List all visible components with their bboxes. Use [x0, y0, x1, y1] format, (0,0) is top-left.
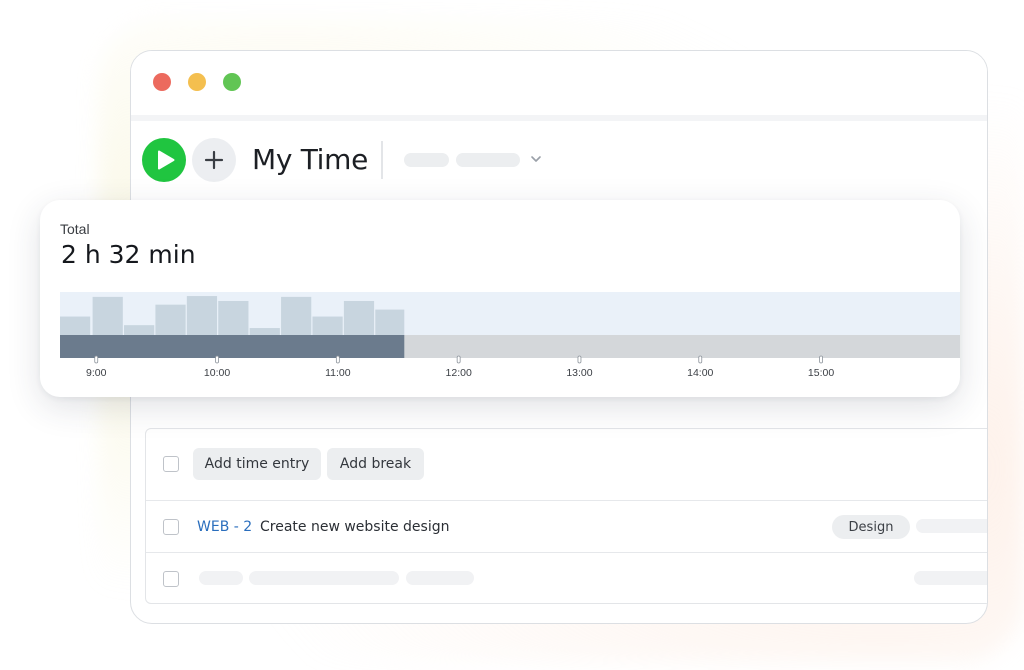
placeholder-bar — [914, 571, 987, 585]
tracked-time-bar — [60, 335, 405, 358]
task-key-link[interactable]: WEB - 2 — [197, 519, 252, 535]
tick-mark — [819, 355, 823, 364]
table-row[interactable] — [146, 553, 987, 604]
add-button[interactable] — [192, 138, 236, 182]
tick-mark — [456, 355, 461, 364]
chevron-down-icon[interactable] — [529, 152, 543, 166]
select-all-checkbox[interactable] — [163, 456, 179, 472]
tick-mark — [215, 355, 219, 364]
minimize-window-button[interactable] — [188, 73, 206, 91]
add-break-button[interactable]: Add break — [327, 448, 424, 480]
tick-mark — [577, 355, 582, 364]
tick-label: 9:00 — [86, 367, 107, 379]
time-entries-panel: Add time entry Add break WEB - 2 Create … — [145, 428, 987, 604]
play-icon — [157, 150, 174, 170]
table-row[interactable]: WEB - 2 Create new website design Design — [146, 501, 987, 553]
activity-bar — [375, 309, 405, 335]
activity-bar — [343, 300, 375, 335]
placeholder-bar — [199, 571, 243, 585]
add-time-entry-button[interactable]: Add time entry — [193, 448, 321, 480]
tick-mark — [698, 355, 703, 364]
tick-label: 15:00 — [808, 367, 834, 379]
placeholder-bar — [916, 519, 987, 533]
selector-placeholder — [456, 153, 520, 167]
placeholder-bar — [249, 571, 399, 585]
selector-placeholder — [404, 153, 449, 167]
activity-bar — [60, 316, 91, 335]
tag-badge[interactable]: Design — [832, 515, 910, 539]
zoom-window-button[interactable] — [223, 73, 241, 91]
activity-bar — [281, 296, 312, 335]
activity-bar — [312, 316, 343, 335]
plus-icon — [204, 150, 224, 170]
total-time-card: Total 2 h 32 min 9:00 10:00 11:00 12:00 13:0… — [40, 200, 960, 397]
close-window-button[interactable] — [153, 73, 171, 91]
tick-label: 12:00 — [446, 367, 472, 379]
activity-bar — [218, 300, 249, 335]
tick-mark — [335, 355, 340, 364]
tick-label: 10:00 — [204, 367, 230, 379]
entries-toolbar-row: Add time entry Add break — [146, 429, 987, 501]
timeline-chart: 9:00 10:00 11:00 12:00 13:00 14:00 15:00 — [60, 292, 960, 379]
activity-bar — [92, 296, 123, 335]
activity-bar — [186, 296, 218, 335]
activity-bar — [124, 325, 155, 335]
tick-mark — [94, 355, 99, 364]
row-checkbox[interactable] — [163, 519, 179, 535]
placeholder-bar — [406, 571, 474, 585]
header-divider — [381, 141, 383, 179]
task-name: Create new website design — [260, 519, 450, 535]
page-title: My Time — [252, 143, 369, 176]
tick-label: 13:00 — [566, 367, 592, 379]
title-bar — [131, 51, 987, 115]
activity-bar — [249, 328, 280, 335]
row-checkbox[interactable] — [163, 571, 179, 587]
start-timer-button[interactable] — [142, 138, 186, 182]
tick-label: 14:00 — [687, 367, 713, 379]
tick-label: 11:00 — [325, 367, 351, 379]
page-header: My Time — [131, 121, 987, 201]
activity-bar — [155, 304, 186, 335]
